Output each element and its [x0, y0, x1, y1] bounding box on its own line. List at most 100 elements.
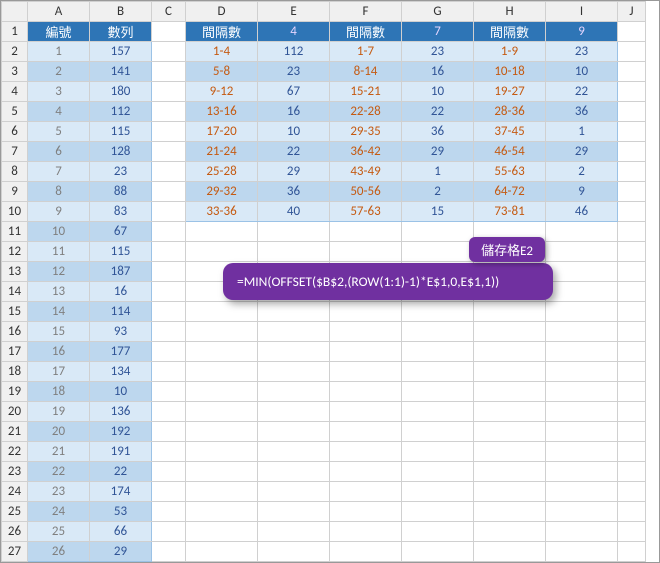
cell-H4[interactable]: 19-27: [474, 82, 546, 102]
cell-C9[interactable]: [152, 182, 186, 202]
cell-H20[interactable]: [474, 402, 546, 422]
cell-C20[interactable]: [152, 402, 186, 422]
cell-A4[interactable]: 3: [28, 82, 90, 102]
cell-J12[interactable]: [618, 242, 646, 262]
cell-D25[interactable]: [186, 502, 258, 522]
cell-F10[interactable]: 57-63: [330, 202, 402, 222]
cell-C13[interactable]: [152, 262, 186, 282]
cell-E17[interactable]: [258, 342, 330, 362]
cell-H7[interactable]: 46-54: [474, 142, 546, 162]
cell-D16[interactable]: [186, 322, 258, 342]
col-header-D[interactable]: D: [186, 2, 258, 22]
cell-J2[interactable]: [618, 42, 646, 62]
cell-H3[interactable]: 10-18: [474, 62, 546, 82]
row-header-25[interactable]: 25: [2, 502, 28, 522]
cell-F19[interactable]: [330, 382, 402, 402]
cell-E24[interactable]: [258, 482, 330, 502]
col-header-C[interactable]: C: [152, 2, 186, 22]
cell-E4[interactable]: 67: [258, 82, 330, 102]
cell-B15[interactable]: 114: [90, 302, 152, 322]
cell-I3[interactable]: 10: [546, 62, 618, 82]
cell-I1[interactable]: 9: [546, 22, 618, 42]
cell-B10[interactable]: 83: [90, 202, 152, 222]
cell-J1[interactable]: [618, 22, 646, 42]
corner-cell[interactable]: [2, 2, 28, 22]
cell-C26[interactable]: [152, 522, 186, 542]
cell-D6[interactable]: 17-20: [186, 122, 258, 142]
cell-A1[interactable]: 編號: [28, 22, 90, 42]
row-header-12[interactable]: 12: [2, 242, 28, 262]
cell-F6[interactable]: 29-35: [330, 122, 402, 142]
cell-C6[interactable]: [152, 122, 186, 142]
cell-A26[interactable]: 25: [28, 522, 90, 542]
cell-F7[interactable]: 36-42: [330, 142, 402, 162]
cell-E11[interactable]: [258, 222, 330, 242]
cell-A9[interactable]: 8: [28, 182, 90, 202]
cell-J17[interactable]: [618, 342, 646, 362]
cell-E6[interactable]: 10: [258, 122, 330, 142]
cell-B22[interactable]: 191: [90, 442, 152, 462]
cell-H23[interactable]: [474, 462, 546, 482]
cell-D4[interactable]: 9-12: [186, 82, 258, 102]
cell-J8[interactable]: [618, 162, 646, 182]
cell-D21[interactable]: [186, 422, 258, 442]
cell-D10[interactable]: 33-36: [186, 202, 258, 222]
cell-A10[interactable]: 9: [28, 202, 90, 222]
cell-G9[interactable]: 2: [402, 182, 474, 202]
cell-E3[interactable]: 23: [258, 62, 330, 82]
cell-F4[interactable]: 15-21: [330, 82, 402, 102]
cell-H15[interactable]: [474, 302, 546, 322]
cell-I2[interactable]: 23: [546, 42, 618, 62]
cell-E18[interactable]: [258, 362, 330, 382]
cell-J21[interactable]: [618, 422, 646, 442]
cell-A12[interactable]: 11: [28, 242, 90, 262]
cell-G1[interactable]: 7: [402, 22, 474, 42]
cell-G16[interactable]: [402, 322, 474, 342]
cell-B6[interactable]: 115: [90, 122, 152, 142]
cell-H22[interactable]: [474, 442, 546, 462]
cell-G20[interactable]: [402, 402, 474, 422]
cell-E20[interactable]: [258, 402, 330, 422]
row-header-10[interactable]: 10: [2, 202, 28, 222]
cell-B13[interactable]: 187: [90, 262, 152, 282]
cell-A25[interactable]: 24: [28, 502, 90, 522]
row-header-13[interactable]: 13: [2, 262, 28, 282]
col-header-F[interactable]: F: [330, 2, 402, 22]
cell-H21[interactable]: [474, 422, 546, 442]
row-header-11[interactable]: 11: [2, 222, 28, 242]
cell-H25[interactable]: [474, 502, 546, 522]
row-header-2[interactable]: 2: [2, 42, 28, 62]
cell-F27[interactable]: [330, 542, 402, 562]
cell-H19[interactable]: [474, 382, 546, 402]
cell-H17[interactable]: [474, 342, 546, 362]
cell-A23[interactable]: 22: [28, 462, 90, 482]
cell-H8[interactable]: 55-63: [474, 162, 546, 182]
cell-I27[interactable]: [546, 542, 618, 562]
cell-B14[interactable]: 16: [90, 282, 152, 302]
cell-G24[interactable]: [402, 482, 474, 502]
cell-B17[interactable]: 177: [90, 342, 152, 362]
cell-H2[interactable]: 1-9: [474, 42, 546, 62]
row-header-3[interactable]: 3: [2, 62, 28, 82]
cell-J26[interactable]: [618, 522, 646, 542]
cell-A20[interactable]: 19: [28, 402, 90, 422]
cell-J22[interactable]: [618, 442, 646, 462]
cell-H10[interactable]: 73-81: [474, 202, 546, 222]
cell-B1[interactable]: 數列: [90, 22, 152, 42]
cell-C8[interactable]: [152, 162, 186, 182]
cell-D22[interactable]: [186, 442, 258, 462]
cell-E27[interactable]: [258, 542, 330, 562]
col-header-H[interactable]: H: [474, 2, 546, 22]
cell-G15[interactable]: [402, 302, 474, 322]
cell-C1[interactable]: [152, 22, 186, 42]
cell-F17[interactable]: [330, 342, 402, 362]
cell-H26[interactable]: [474, 522, 546, 542]
cell-F22[interactable]: [330, 442, 402, 462]
cell-D24[interactable]: [186, 482, 258, 502]
cell-A18[interactable]: 17: [28, 362, 90, 382]
cell-B16[interactable]: 93: [90, 322, 152, 342]
cell-J10[interactable]: [618, 202, 646, 222]
cell-A13[interactable]: 12: [28, 262, 90, 282]
cell-G4[interactable]: 10: [402, 82, 474, 102]
cell-B2[interactable]: 157: [90, 42, 152, 62]
